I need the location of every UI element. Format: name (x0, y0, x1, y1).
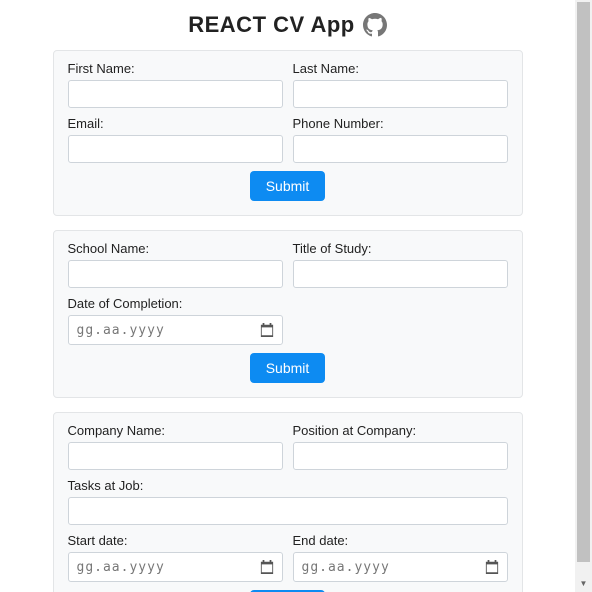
date-placeholder: gg.aa.yyyy (77, 560, 260, 575)
completion-date-label: Date of Completion: (68, 296, 283, 311)
submit-personal-button[interactable]: Submit (250, 171, 326, 201)
position-label: Position at Company: (293, 423, 508, 438)
experience-section: Company Name: Position at Company: Tasks… (53, 412, 523, 592)
end-date-label: End date: (293, 533, 508, 548)
date-placeholder: gg.aa.yyyy (302, 560, 485, 575)
school-name-input[interactable] (68, 260, 283, 288)
calendar-icon[interactable] (485, 560, 499, 574)
school-name-field: School Name: (68, 241, 283, 288)
start-date-field: Start date: gg.aa.yyyy (68, 533, 283, 582)
company-name-label: Company Name: (68, 423, 283, 438)
email-label: Email: (68, 116, 283, 131)
first-name-field: First Name: (68, 61, 283, 108)
start-date-label: Start date: (68, 533, 283, 548)
tasks-input[interactable] (68, 497, 508, 525)
start-date-input[interactable]: gg.aa.yyyy (68, 552, 283, 582)
end-date-field: End date: gg.aa.yyyy (293, 533, 508, 582)
app-header: REACT CV App (0, 12, 575, 38)
company-name-input[interactable] (68, 442, 283, 470)
completion-date-input[interactable]: gg.aa.yyyy (68, 315, 283, 345)
scrollbar-track[interactable]: ▲ ▼ (575, 0, 592, 592)
scroll-down-icon[interactable]: ▼ (575, 575, 592, 592)
end-date-input[interactable]: gg.aa.yyyy (293, 552, 508, 582)
tasks-field: Tasks at Job: (68, 478, 508, 525)
company-name-field: Company Name: (68, 423, 283, 470)
personal-section: First Name: Last Name: Email: Phone Numb… (53, 50, 523, 216)
tasks-label: Tasks at Job: (68, 478, 508, 493)
title-of-study-field: Title of Study: (293, 241, 508, 288)
email-field: Email: (68, 116, 283, 163)
submit-education-button[interactable]: Submit (250, 353, 326, 383)
title-of-study-input[interactable] (293, 260, 508, 288)
last-name-input[interactable] (293, 80, 508, 108)
position-input[interactable] (293, 442, 508, 470)
title-of-study-label: Title of Study: (293, 241, 508, 256)
page-title: REACT CV App (188, 12, 355, 38)
date-placeholder: gg.aa.yyyy (77, 323, 260, 338)
phone-input[interactable] (293, 135, 508, 163)
education-section: School Name: Title of Study: Date of Com… (53, 230, 523, 398)
calendar-icon[interactable] (260, 560, 274, 574)
last-name-label: Last Name: (293, 61, 508, 76)
school-name-label: School Name: (68, 241, 283, 256)
last-name-field: Last Name: (293, 61, 508, 108)
email-input[interactable] (68, 135, 283, 163)
position-field: Position at Company: (293, 423, 508, 470)
first-name-input[interactable] (68, 80, 283, 108)
github-icon[interactable] (363, 13, 387, 37)
scrollbar-thumb[interactable] (577, 2, 590, 562)
first-name-label: First Name: (68, 61, 283, 76)
phone-field: Phone Number: (293, 116, 508, 163)
spacer (293, 296, 508, 345)
phone-label: Phone Number: (293, 116, 508, 131)
calendar-icon[interactable] (260, 323, 274, 337)
completion-date-field: Date of Completion: gg.aa.yyyy (68, 296, 283, 345)
